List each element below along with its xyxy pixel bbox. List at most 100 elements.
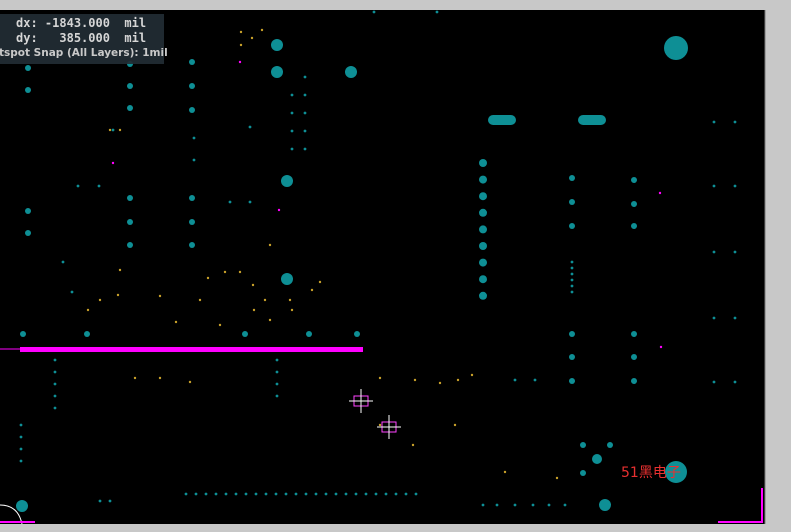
via xyxy=(495,503,499,507)
via xyxy=(254,492,258,496)
via xyxy=(284,492,288,496)
via xyxy=(268,243,272,247)
via xyxy=(223,270,227,274)
board-area[interactable] xyxy=(0,10,765,524)
via xyxy=(314,492,318,496)
via xyxy=(251,283,255,287)
via xyxy=(98,298,102,302)
via xyxy=(470,373,474,377)
via xyxy=(239,30,243,34)
via xyxy=(503,470,507,474)
via xyxy=(533,378,537,382)
pad xyxy=(25,87,31,93)
via xyxy=(712,316,716,320)
via xyxy=(218,323,222,327)
via xyxy=(252,308,256,312)
pad xyxy=(569,199,575,205)
pad xyxy=(271,39,283,51)
via xyxy=(513,378,517,382)
via xyxy=(290,93,294,97)
via xyxy=(513,503,517,507)
via xyxy=(192,158,196,162)
via xyxy=(294,492,298,496)
via xyxy=(318,280,322,284)
via xyxy=(531,503,535,507)
pad xyxy=(569,378,575,384)
pad xyxy=(127,105,133,111)
pad xyxy=(479,175,487,184)
via xyxy=(133,376,137,380)
via xyxy=(310,288,314,292)
via xyxy=(188,380,192,384)
pad xyxy=(127,83,133,89)
pad xyxy=(479,192,487,201)
via xyxy=(712,250,716,254)
via xyxy=(244,492,248,496)
via xyxy=(570,266,574,270)
via xyxy=(70,290,74,294)
via xyxy=(563,503,567,507)
via xyxy=(324,492,328,496)
pad xyxy=(631,378,637,384)
pad xyxy=(479,225,487,234)
magenta-track[interactable] xyxy=(20,347,363,352)
pad xyxy=(345,66,357,78)
pad xyxy=(580,442,586,448)
oval-pad[interactable] xyxy=(488,115,516,125)
pad xyxy=(189,59,195,65)
via xyxy=(354,492,358,496)
via xyxy=(19,459,23,463)
pad xyxy=(607,442,613,448)
via xyxy=(192,136,196,140)
pad xyxy=(569,331,575,337)
via xyxy=(733,184,737,188)
via xyxy=(290,308,294,312)
via xyxy=(304,492,308,496)
via xyxy=(712,120,716,124)
pad xyxy=(84,331,90,337)
pad xyxy=(189,83,195,89)
via xyxy=(250,36,254,40)
via xyxy=(86,308,90,312)
measure-hud: dx: -1843.000 mil dy: 385.000 mil tspot … xyxy=(0,14,168,64)
via xyxy=(275,358,279,362)
via xyxy=(53,394,57,398)
via xyxy=(174,320,178,324)
via xyxy=(264,492,268,496)
via xyxy=(378,423,382,427)
via xyxy=(194,492,198,496)
via xyxy=(248,200,252,204)
pad xyxy=(25,208,31,214)
via xyxy=(404,492,408,496)
via xyxy=(303,129,307,133)
pad xyxy=(631,223,637,229)
pad xyxy=(599,499,611,511)
watermark-text: 51黑电子 xyxy=(621,465,681,481)
dx-readout: dx: -1843.000 mil xyxy=(16,16,147,30)
pad xyxy=(189,219,195,225)
via xyxy=(344,492,348,496)
via xyxy=(224,492,228,496)
pad xyxy=(306,331,312,337)
via xyxy=(248,125,252,129)
via xyxy=(268,318,272,322)
pad xyxy=(631,177,637,183)
pad xyxy=(20,331,26,337)
via xyxy=(290,129,294,133)
oval-pad[interactable] xyxy=(578,115,606,125)
via xyxy=(555,476,559,480)
via xyxy=(303,111,307,115)
via xyxy=(184,492,188,496)
via xyxy=(547,503,551,507)
pad xyxy=(592,454,602,464)
pad xyxy=(664,36,688,60)
via xyxy=(334,492,338,496)
via xyxy=(274,492,278,496)
via xyxy=(384,492,388,496)
pad xyxy=(479,208,487,217)
via xyxy=(372,10,376,14)
pad xyxy=(281,175,293,187)
pcb-canvas[interactable] xyxy=(0,0,791,532)
pcb-board[interactable] xyxy=(0,0,791,532)
via xyxy=(76,184,80,188)
